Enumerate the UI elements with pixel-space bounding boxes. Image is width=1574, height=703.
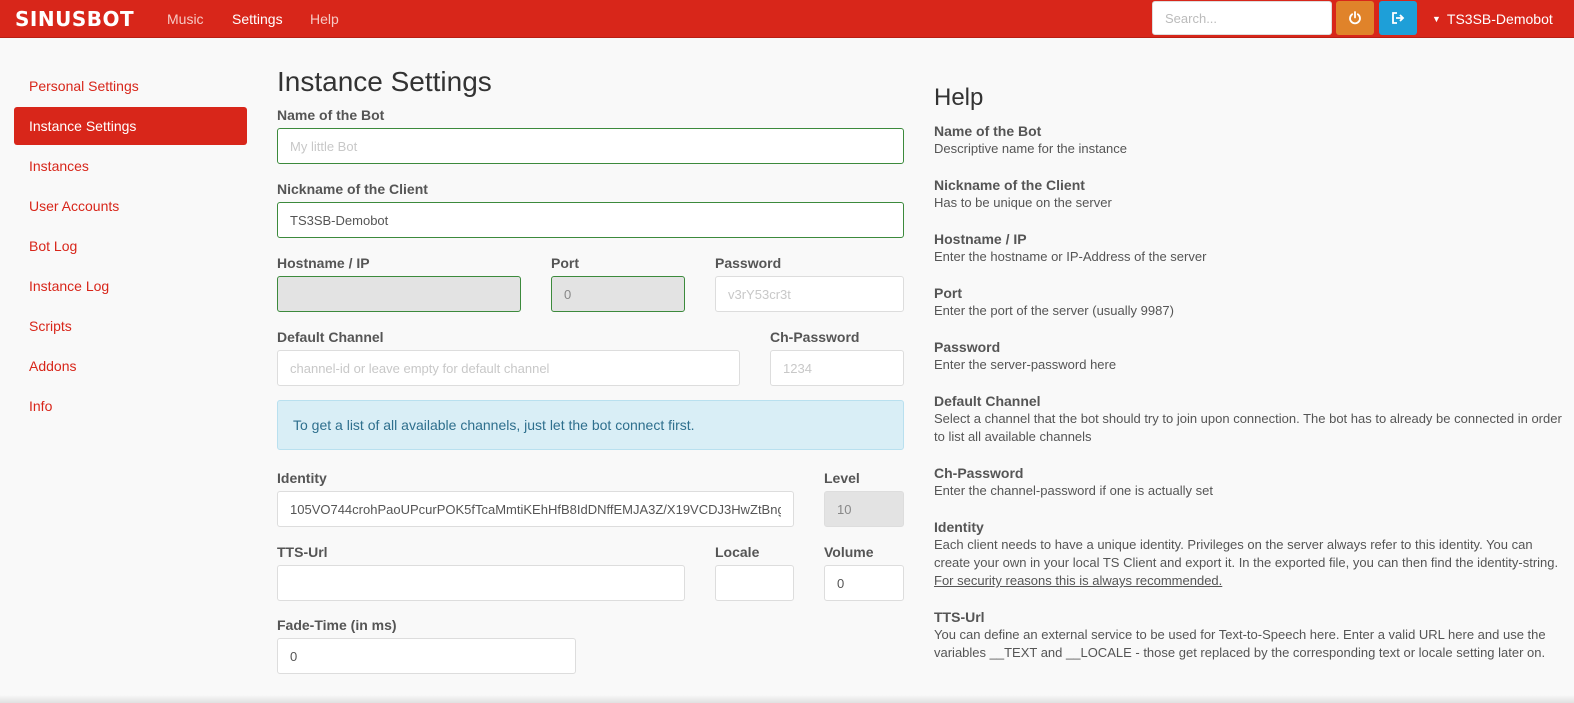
sidebar-item-personal-settings[interactable]: Personal Settings xyxy=(14,67,247,105)
page-title: Instance Settings xyxy=(277,66,492,97)
bot-name-input[interactable] xyxy=(277,128,904,164)
sidebar-item-instance-settings[interactable]: Instance Settings xyxy=(14,107,247,145)
help-panel: Help Name of the Bot Descriptive name fo… xyxy=(934,84,1564,680)
sidebar-item-scripts[interactable]: Scripts xyxy=(14,307,247,345)
sidebar-item-bot-log[interactable]: Bot Log xyxy=(14,227,247,265)
user-name: TS3SB-Demobot xyxy=(1446,11,1553,27)
help-entry: Identity Each client needs to have a uni… xyxy=(934,518,1564,590)
help-entry: Hostname / IP Enter the hostname or IP-A… xyxy=(934,230,1564,266)
sidebar-item-addons[interactable]: Addons xyxy=(14,347,247,385)
help-entry-title: TTS-Url xyxy=(934,609,985,625)
nickname-label: Nickname of the Client xyxy=(277,181,428,197)
help-entry-title: Identity xyxy=(934,519,984,535)
help-entry: Ch-Password Enter the channel-password i… xyxy=(934,464,1564,500)
nav-link-help[interactable]: Help xyxy=(310,11,339,27)
volume-label: Volume xyxy=(824,544,874,560)
identity-label: Identity xyxy=(277,470,327,486)
hostname-label: Hostname / IP xyxy=(277,255,370,271)
nav-link-music[interactable]: Music xyxy=(167,11,204,27)
sidebar-item-instance-log[interactable]: Instance Log xyxy=(14,267,247,305)
help-entry-desc: Each client needs to have a unique ident… xyxy=(934,537,1559,570)
name-label: Name of the Bot xyxy=(277,107,385,123)
bottom-edge xyxy=(0,695,1574,703)
ch-password-label: Ch-Password xyxy=(770,329,860,345)
help-entry-desc: Enter the hostname or IP-Address of the … xyxy=(934,249,1207,264)
user-menu[interactable]: ▼ TS3SB-Demobot xyxy=(1432,11,1553,27)
level-label: Level xyxy=(824,470,860,486)
help-entry-title: Password xyxy=(934,339,1001,355)
help-entry: Password Enter the server-password here xyxy=(934,338,1564,374)
volume-input[interactable] xyxy=(824,565,904,601)
sidebar-item-instances[interactable]: Instances xyxy=(14,147,247,185)
ch-password-input[interactable] xyxy=(770,350,904,386)
nickname-input[interactable] xyxy=(277,202,904,238)
help-entry-title: Name of the Bot xyxy=(934,123,1042,139)
brand-logo[interactable]: SINUSBOT xyxy=(15,7,134,31)
caret-down-icon: ▼ xyxy=(1432,14,1441,24)
password-label: Password xyxy=(715,255,782,271)
fade-time-label: Fade-Time (in ms) xyxy=(277,617,397,633)
help-title: Help xyxy=(934,84,984,111)
nav-link-settings[interactable]: Settings xyxy=(232,11,283,27)
help-entry-desc: Select a channel that the bot should try… xyxy=(934,411,1562,444)
default-channel-label: Default Channel xyxy=(277,329,384,345)
locale-input[interactable] xyxy=(715,565,794,601)
port-label: Port xyxy=(551,255,579,271)
tts-url-label: TTS-Url xyxy=(277,544,328,560)
help-entry-title: Port xyxy=(934,285,962,301)
sidebar: Personal Settings Instance Settings Inst… xyxy=(14,67,247,427)
tts-url-input[interactable] xyxy=(277,565,685,601)
identity-input[interactable] xyxy=(277,491,794,527)
help-entry: Name of the Bot Descriptive name for the… xyxy=(934,122,1564,158)
help-entry-desc: Descriptive name for the instance xyxy=(934,141,1127,156)
help-entry: Default Channel Select a channel that th… xyxy=(934,392,1564,446)
help-entry: Port Enter the port of the server (usual… xyxy=(934,284,1564,320)
help-entry-title: Nickname of the Client xyxy=(934,177,1085,193)
help-entry-title: Default Channel xyxy=(934,393,1041,409)
help-entry-desc: You can define an external service to be… xyxy=(934,627,1546,660)
default-channel-input[interactable] xyxy=(277,350,740,386)
help-entry: Nickname of the Client Has to be unique … xyxy=(934,176,1564,212)
help-entry-desc: Has to be unique on the server xyxy=(934,195,1112,210)
logout-button[interactable] xyxy=(1379,1,1417,35)
logout-icon xyxy=(1391,12,1404,24)
help-entry-title: Ch-Password xyxy=(934,465,1024,481)
fade-time-input[interactable] xyxy=(277,638,576,674)
port-input[interactable] xyxy=(551,276,685,312)
power-button[interactable] xyxy=(1336,1,1374,35)
top-navbar: SINUSBOT Music Settings Help ▼ TS3SB-Dem… xyxy=(0,0,1574,38)
channels-info-alert: To get a list of all available channels,… xyxy=(277,400,904,450)
sidebar-item-user-accounts[interactable]: User Accounts xyxy=(14,187,247,225)
help-entry-title: Hostname / IP xyxy=(934,231,1027,247)
hostname-input[interactable] xyxy=(277,276,521,312)
help-entry-desc: Enter the port of the server (usually 99… xyxy=(934,303,1174,318)
power-icon xyxy=(1349,11,1361,25)
search-input[interactable] xyxy=(1152,1,1332,35)
locale-label: Locale xyxy=(715,544,760,560)
sidebar-item-info[interactable]: Info xyxy=(14,387,247,425)
level-input[interactable] xyxy=(824,491,904,527)
help-entry-desc: Enter the channel-password if one is act… xyxy=(934,483,1213,498)
help-entry-desc: Enter the server-password here xyxy=(934,357,1117,372)
password-input[interactable] xyxy=(715,276,904,312)
help-entry: TTS-Url You can define an external servi… xyxy=(934,608,1564,662)
security-recommendation-link[interactable]: For security reasons this is always reco… xyxy=(934,573,1222,588)
